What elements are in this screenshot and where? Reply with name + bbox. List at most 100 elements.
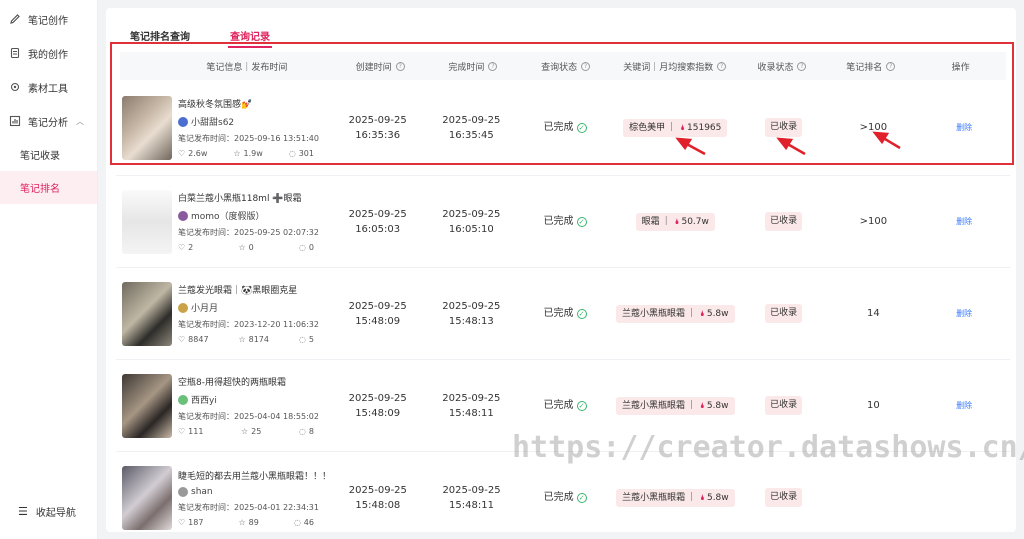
check-circle-icon: ✓ — [576, 400, 587, 411]
index-status-tag: 已收录 — [765, 488, 803, 507]
note-meta: 睫毛短的都去用兰蔻小黑瓶眼霜！！！ shan 笔记发布时间：2025-04-01… — [178, 469, 331, 527]
created-date: 2025-09-25 — [348, 484, 407, 496]
query-status-cell: 已完成 ✓ — [518, 398, 612, 413]
fire-drop-icon: 🌢 — [674, 216, 680, 226]
action-cell: 删除 — [918, 214, 1010, 229]
pen-icon — [8, 12, 22, 26]
comment-icon: ◌ — [298, 335, 306, 344]
keyword: 兰蔻小黑瓶眼霜 — [622, 308, 686, 319]
chevron-up-icon[interactable]: ︿ — [76, 116, 84, 127]
nav-sub-note-index[interactable]: 笔记收录 — [0, 138, 97, 171]
index-status-tag: 已收录 — [765, 118, 803, 137]
finished-date: 2025-09-25 — [442, 300, 501, 312]
finished-date: 2025-09-25 — [442, 484, 501, 496]
star-count: 8174 — [248, 335, 269, 344]
comment-count: 0 — [308, 243, 314, 252]
star-icon: ☆ — [233, 149, 241, 158]
query-status-cell: 已完成 ✓ — [518, 214, 612, 229]
check-circle-icon: ✓ — [576, 122, 587, 133]
note-author: 小甜甜s62 — [178, 115, 319, 128]
created-time: 15:48:09 — [355, 315, 401, 327]
publish-time: 笔记发布时间：2025-04-04 18:55:02 — [178, 412, 319, 421]
help-icon[interactable]: ? — [581, 61, 591, 71]
comment-count: 301 — [298, 149, 314, 158]
nav-label: 素材工具 — [28, 83, 68, 95]
check-circle-icon: ✓ — [576, 216, 587, 227]
publish-time: 笔记发布时间：2025-04-01 22:34:31 — [178, 502, 319, 512]
like-count: 2 — [188, 243, 194, 252]
action-cell: 删除 — [918, 306, 1010, 321]
help-icon[interactable]: ? — [717, 61, 727, 71]
created-time: 16:05:03 — [355, 223, 401, 235]
keyword: 兰蔻小黑瓶眼霜 — [622, 400, 686, 411]
keyword-cell: 棕色美甲｜ 🌢 151965 — [612, 118, 739, 137]
note-thumbnail[interactable] — [122, 465, 172, 530]
publish-time: 笔记发布时间：2025-09-25 02:07:32 — [178, 228, 319, 237]
note-info-cell: 白菜兰蔻小黑瓶118ml ➕眼霜 momo（度假版） 笔记发布时间：2025-0… — [116, 189, 331, 254]
heart-icon: ♡ — [178, 517, 186, 527]
created-time: 15:48:09 — [355, 407, 401, 419]
note-rank: >100 — [859, 216, 888, 227]
publish-time: 笔记发布时间：2025-09-16 13:51:40 — [178, 134, 319, 143]
index-status-cell: 已收录 — [739, 118, 829, 137]
header-actions: 操作 — [951, 62, 970, 73]
nav-my-creation[interactable]: 我的创作 — [0, 36, 97, 70]
help-icon[interactable]: ? — [395, 61, 405, 71]
separator: ｜ — [661, 216, 671, 227]
avatar — [178, 116, 188, 127]
star-count: 25 — [251, 427, 262, 436]
nav-sub-note-ranking[interactable]: 笔记排名 — [0, 171, 97, 204]
query-status: 已完成 — [543, 122, 574, 133]
delete-button[interactable]: 删除 — [956, 120, 972, 135]
note-stats: ♡ 111 ☆ 25 ◌ 8 — [178, 427, 314, 436]
note-title[interactable]: 睫毛短的都去用兰蔻小黑瓶眼霜！！！ — [178, 469, 331, 482]
table-row: 白菜兰蔻小黑瓶118ml ➕眼霜 momo（度假版） 笔记发布时间：2025-0… — [116, 176, 1010, 268]
search-index: 5.8w — [706, 400, 729, 411]
separator: ｜ — [687, 492, 697, 503]
finished-time-cell: 2025-09-25 15:48:13 — [425, 299, 519, 329]
note-thumbnail[interactable] — [122, 95, 172, 160]
delete-button[interactable]: 删除 — [956, 306, 972, 321]
finished-time-cell: 2025-09-25 16:05:10 — [425, 207, 519, 237]
note-title[interactable]: 高级秋冬氛围感💅 — [178, 97, 319, 110]
nav-note-analysis[interactable]: 笔记分析 ︿ — [0, 104, 97, 138]
nav-note-create[interactable]: 笔记创作 — [0, 2, 97, 36]
delete-button[interactable]: 删除 — [956, 214, 972, 229]
help-icon[interactable]: ? — [886, 61, 896, 71]
note-thumbnail[interactable] — [122, 281, 172, 346]
note-title[interactable]: 兰蔻发光眼霜｜🐼黑眼圈克星 — [178, 283, 319, 296]
finished-time-cell: 2025-09-25 15:48:11 — [425, 391, 519, 421]
query-status-cell: 已完成 ✓ — [518, 120, 612, 135]
search-index: 5.8w — [706, 492, 729, 503]
star-count: 1.9w — [243, 149, 263, 158]
tab-query-records[interactable]: 查询记录 — [228, 16, 272, 48]
created-time-cell: 2025-09-25 15:48:09 — [331, 299, 425, 329]
tab-ranking-query[interactable]: 笔记排名查询 — [130, 16, 190, 46]
note-thumbnail[interactable] — [122, 189, 172, 254]
keyword-tag: 兰蔻小黑瓶眼霜｜ 🌢 5.8w — [616, 304, 735, 323]
keyword-cell: 兰蔻小黑瓶眼霜｜ 🌢 5.8w — [612, 488, 739, 507]
note-meta: 白菜兰蔻小黑瓶118ml ➕眼霜 momo（度假版） 笔记发布时间：2025-0… — [178, 191, 319, 252]
note-title[interactable]: 空瓶8-用得超快的两瓶眼霜 — [178, 375, 319, 388]
note-meta: 空瓶8-用得超快的两瓶眼霜 西西yi 笔记发布时间：2025-04-04 18:… — [178, 375, 319, 436]
collapse-nav-button[interactable]: ☰ 收起导航 — [18, 504, 76, 519]
nav-material-tools[interactable]: 素材工具 — [0, 70, 97, 104]
rank-cell: >100 — [828, 214, 918, 229]
header-note-info: 笔记信息｜发布时间 — [206, 62, 288, 73]
fire-drop-icon: 🌢 — [700, 308, 705, 318]
help-icon[interactable]: ? — [488, 61, 498, 71]
note-thumbnail[interactable] — [122, 373, 172, 438]
created-time: 16:35:36 — [355, 129, 401, 141]
note-stats: ♡ 187 ☆ 89 ◌ 46 — [178, 518, 314, 527]
delete-button[interactable]: 删除 — [956, 398, 972, 413]
fire-drop-icon: 🌢 — [700, 492, 705, 502]
note-rank: 10 — [867, 400, 880, 411]
help-icon[interactable]: ? — [797, 61, 807, 71]
created-time-cell: 2025-09-25 15:48:09 — [331, 391, 425, 421]
note-title[interactable]: 白菜兰蔻小黑瓶118ml ➕眼霜 — [178, 191, 319, 204]
note-author: 小月月 — [178, 301, 319, 314]
comment-icon: ◌ — [298, 427, 306, 436]
table-row: 高级秋冬氛围感💅 小甜甜s62 笔记发布时间：2025-09-16 13:51:… — [116, 80, 1010, 176]
comment-icon: ◌ — [293, 517, 301, 527]
note-info-cell: 高级秋冬氛围感💅 小甜甜s62 笔记发布时间：2025-09-16 13:51:… — [116, 95, 331, 160]
